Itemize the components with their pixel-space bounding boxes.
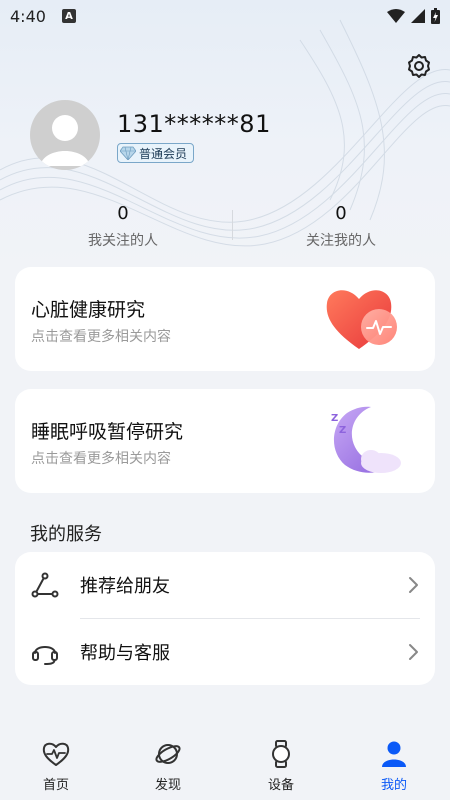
nav-devices-label: 设备 [267, 778, 294, 793]
nav-home-label: 首页 [42, 778, 69, 793]
svg-text:Z: Z [339, 425, 346, 436]
settings-button[interactable] [403, 50, 435, 82]
follow-stats: 0 我关注的人 0 关注我的人 [0, 200, 450, 256]
nav-me-label: 我的 [380, 778, 407, 793]
default-avatar-icon [40, 115, 90, 166]
gear-icon [408, 54, 430, 78]
status-time: 4:40 [10, 6, 46, 26]
person-icon [382, 741, 406, 767]
status-icons [387, 8, 440, 24]
sleep-research-subtitle: 点击查看更多相关内容 [31, 451, 171, 467]
services-card: 推荐给朋友 帮助与客服 [15, 552, 435, 685]
avatar[interactable] [30, 100, 100, 170]
heart-research-subtitle: 点击查看更多相关内容 [31, 329, 171, 345]
nav-me[interactable]: 我的 [349, 740, 439, 796]
username: 131******81 [117, 110, 271, 138]
svg-text:Z: Z [331, 413, 338, 424]
nav-discover-label: 发现 [154, 778, 181, 793]
watch-icon [272, 740, 290, 768]
status-bar: 4:40 A [0, 0, 450, 32]
headset-icon [32, 646, 58, 665]
moon-sleep-icon: Z Z [331, 406, 401, 473]
signal-icon [411, 9, 425, 23]
followers-label: 关注我的人 [306, 233, 376, 249]
help-and-support-label: 帮助与客服 [80, 643, 170, 664]
recommend-to-friend-row[interactable]: 推荐给朋友 [15, 552, 435, 618]
planet-icon [155, 744, 181, 764]
followers-count: 0 [335, 203, 347, 224]
heart-ecg-icon [326, 290, 397, 349]
help-and-support-row[interactable]: 帮助与客服 [15, 619, 435, 685]
nav-home[interactable]: 首页 [11, 740, 101, 796]
stat-divider [232, 210, 233, 240]
chevron-right-icon [409, 644, 418, 660]
battery-charging-icon [431, 8, 440, 24]
member-label: 普通会员 [139, 146, 188, 161]
wifi-icon [387, 9, 405, 23]
recommend-to-friend-label: 推荐给朋友 [80, 576, 170, 597]
nav-discover[interactable]: 发现 [123, 740, 213, 796]
sleep-research-card[interactable]: 睡眠呼吸暂停研究 点击查看更多相关内容 Z Z [15, 389, 435, 493]
member-badge[interactable]: 普通会员 [117, 143, 195, 163]
bottom-navigation: 首页 发现 设备 我的 [0, 730, 450, 800]
heart-research-card[interactable]: 心脏健康研究 点击查看更多相关内容 [15, 267, 435, 371]
following-count: 0 [117, 203, 129, 224]
nav-devices[interactable]: 设备 [236, 740, 326, 796]
followers-stat[interactable]: 0 关注我的人 [266, 200, 416, 250]
following-stat[interactable]: 0 我关注的人 [48, 200, 198, 250]
keyboard-indicator: A [61, 9, 76, 23]
diamond-icon [120, 146, 136, 160]
services-section-title: 我的服务 [30, 524, 102, 545]
share-icon [31, 572, 59, 598]
heart-pulse-icon [42, 742, 70, 766]
following-label: 我关注的人 [88, 233, 158, 249]
chevron-right-icon [409, 577, 418, 593]
sleep-research-title: 睡眠呼吸暂停研究 [31, 421, 184, 443]
heart-research-title: 心脏健康研究 [31, 299, 146, 321]
